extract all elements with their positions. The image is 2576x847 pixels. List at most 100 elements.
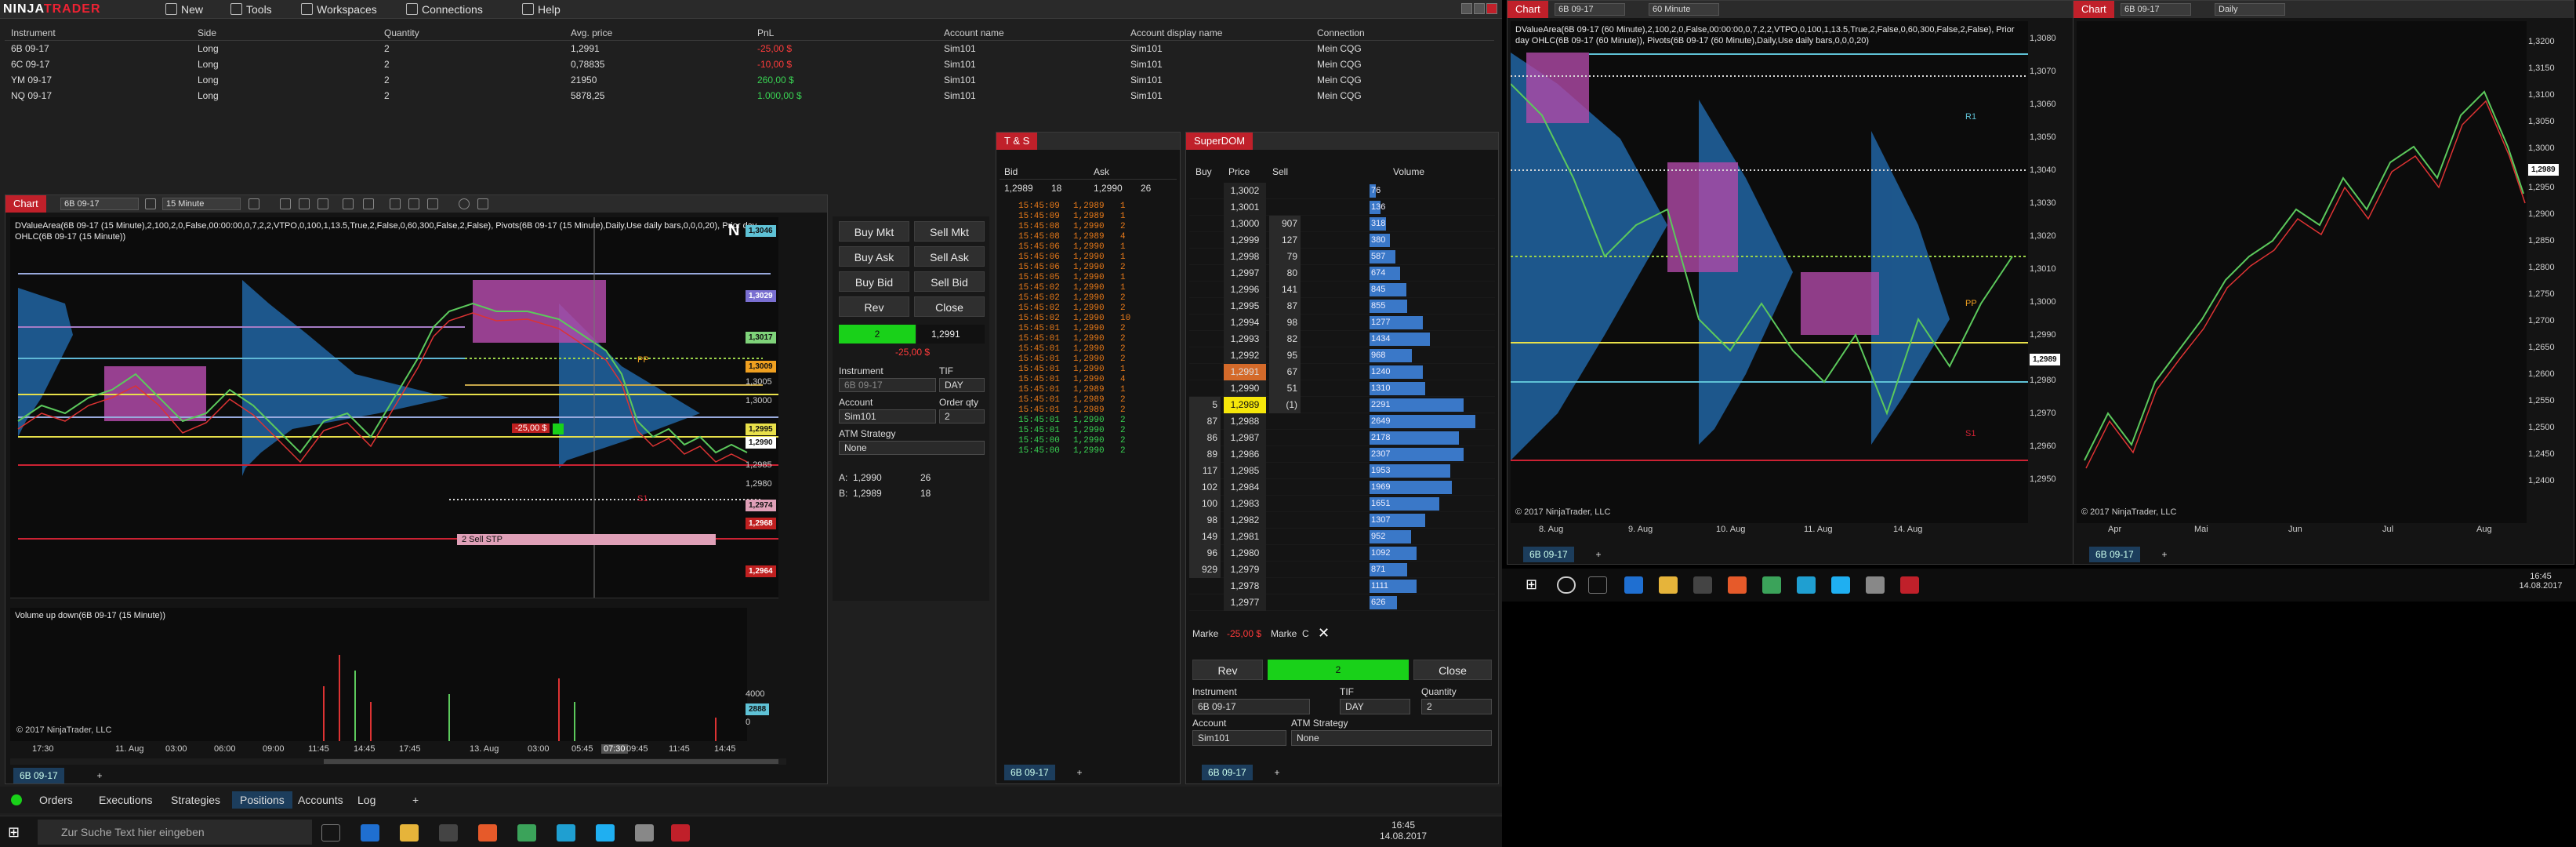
chart-trader-icon[interactable]: [427, 198, 438, 209]
tab-accounts[interactable]: Accounts: [290, 791, 351, 809]
ninjatrader-taskbar-icon[interactable]: [671, 824, 690, 842]
position-marker[interactable]: [553, 424, 564, 434]
buy-bid-button[interactable]: Buy Bid: [839, 271, 909, 292]
dom-ladder-row[interactable]: 1,2996 141 845: [1189, 282, 1495, 298]
properties-icon[interactable]: [459, 198, 470, 209]
dom-account-dropdown[interactable]: Sim101: [1192, 730, 1286, 746]
col-account-name[interactable]: Account name: [944, 25, 1004, 41]
dom-close-button[interactable]: Close: [1413, 660, 1492, 680]
dom-buy-cell[interactable]: 117: [1189, 463, 1221, 479]
dom-sell-cell[interactable]: 51: [1269, 380, 1301, 397]
dom-ladder-row[interactable]: 5 1,2989 (1) 2291: [1189, 397, 1495, 413]
add-tab-button[interactable]: +: [405, 791, 426, 809]
chart2-time-axis[interactable]: 8. Aug 9. Aug 10. Aug 11. Aug 14. Aug: [1511, 525, 2028, 537]
chart2-instrument-selector[interactable]: 6B 09-17: [1555, 3, 1625, 16]
order-qty-stepper[interactable]: 2: [939, 409, 985, 424]
time-axis[interactable]: 17:30 11. Aug 03:00 06:00 09:00 11:45 14…: [10, 744, 747, 757]
close-x-icon[interactable]: ✕: [1318, 625, 1330, 642]
dom-ladder-row[interactable]: 89 1,2986 2307: [1189, 446, 1495, 463]
sell-stop-order-line[interactable]: 2 Sell STP: [457, 534, 716, 545]
network-app-icon[interactable]: [635, 824, 654, 842]
add-tab-button[interactable]: +: [1072, 765, 1087, 780]
dom-sell-cell[interactable]: 141: [1269, 282, 1301, 298]
col-connection[interactable]: Connection: [1317, 25, 1365, 41]
chart3-price-panel[interactable]: © 2017 NinjaTrader, LLC: [2077, 21, 2527, 523]
col-pnl[interactable]: PnL: [757, 25, 774, 41]
add-tab-button[interactable]: +: [92, 768, 107, 783]
dom-ladder-row[interactable]: 1,2992 95 968: [1189, 347, 1495, 364]
table-row[interactable]: 6B 09-17 Long 2 1,2991 -25,00 $ Sim101 S…: [5, 41, 1494, 56]
start-icon[interactable]: ⊞: [8, 824, 27, 842]
menu-new[interactable]: New: [161, 0, 208, 19]
chart-tab[interactable]: 6B 09-17: [13, 768, 64, 783]
chrome-icon[interactable]: [1762, 576, 1781, 594]
dom-sell-cell[interactable]: (1): [1269, 397, 1301, 413]
dom-ladder-row[interactable]: 1,2977 626: [1189, 594, 1495, 611]
market-buy-label[interactable]: Marke: [1192, 628, 1218, 639]
skype-icon[interactable]: [596, 824, 615, 842]
dom-ladder-row[interactable]: 1,2997 80 674: [1189, 265, 1495, 282]
chart2-price-panel[interactable]: DValueArea(6B 09-17 (60 Minute),2,100,2,…: [1511, 21, 2028, 523]
tab-executions[interactable]: Executions: [91, 791, 160, 809]
close-button[interactable]: [1486, 3, 1497, 14]
dom-ladder-row[interactable]: 117 1,2985 1953: [1189, 463, 1495, 479]
dom-ladder-row[interactable]: 1,3000 907 318: [1189, 216, 1495, 232]
chart3-tab[interactable]: 6B 09-17: [2089, 547, 2140, 562]
store-icon[interactable]: [439, 824, 458, 842]
dom-ladder-row[interactable]: 149 1,2981 952: [1189, 529, 1495, 545]
draw-pencil-icon[interactable]: [280, 198, 291, 209]
menu-connections[interactable]: Connections: [401, 0, 488, 19]
dom-ladder-row[interactable]: 102 1,2984 1969: [1189, 479, 1495, 496]
dom-ladder-row[interactable]: 1,2978 1111: [1189, 578, 1495, 594]
buy-market-button[interactable]: Buy Mkt: [839, 221, 909, 242]
store-icon[interactable]: [1693, 576, 1712, 594]
sell-ask-button[interactable]: Sell Ask: [914, 246, 985, 267]
taskbar-search[interactable]: Zur Suche Text hier eingeben: [38, 820, 312, 845]
crosshair-icon[interactable]: [343, 198, 354, 209]
dom-buy-cell[interactable]: 86: [1189, 430, 1221, 446]
chart3-interval-selector[interactable]: Daily: [2215, 3, 2285, 16]
dom-qty-stepper[interactable]: 2: [1421, 699, 1492, 714]
account-dropdown[interactable]: Sim101: [839, 409, 936, 424]
buy-ask-button[interactable]: Buy Ask: [839, 246, 909, 267]
interval-selector[interactable]: 15 Minute: [162, 198, 241, 210]
dom-ladder-row[interactable]: 1,2994 98 1277: [1189, 314, 1495, 331]
zoom-in-icon[interactable]: [299, 198, 310, 209]
search-icon[interactable]: [1557, 576, 1576, 594]
dom-ladder-row[interactable]: 1,2995 87 855: [1189, 298, 1495, 314]
col-side[interactable]: Side: [198, 25, 216, 41]
taskbar-clock[interactable]: 16:45 14.08.2017: [2513, 572, 2568, 591]
snapshot-icon[interactable]: [363, 198, 374, 209]
cancel-label[interactable]: C: [1302, 628, 1309, 639]
dom-buy-cell[interactable]: 96: [1189, 545, 1221, 562]
edge-icon[interactable]: [361, 824, 379, 842]
ninjatrader-taskbar-icon[interactable]: [1900, 576, 1919, 594]
dom-ladder-row[interactable]: 1,2998 79 587: [1189, 249, 1495, 265]
dom-sell-cell[interactable]: 127: [1269, 232, 1301, 249]
explorer-icon[interactable]: [1659, 576, 1678, 594]
add-tab-button[interactable]: +: [1591, 547, 1606, 562]
chart2-interval-selector[interactable]: 60 Minute: [1649, 3, 1719, 16]
dom-atm-dropdown[interactable]: None: [1291, 730, 1492, 746]
tab-log[interactable]: Log: [350, 791, 383, 809]
sell-market-button[interactable]: Sell Mkt: [914, 221, 985, 242]
explorer-icon[interactable]: [400, 824, 419, 842]
add-tab-button[interactable]: +: [1269, 765, 1285, 780]
chart2-tab[interactable]: 6B 09-17: [1523, 547, 1574, 562]
dom-buy-cell[interactable]: 89: [1189, 446, 1221, 463]
dom-buy-cell[interactable]: 87: [1189, 413, 1221, 430]
dom-ladder-row[interactable]: 87 1,2988 2649: [1189, 413, 1495, 430]
dom-sell-cell[interactable]: 82: [1269, 331, 1301, 347]
dom-sell-cell[interactable]: 907: [1269, 216, 1301, 232]
dom-ladder-row[interactable]: 96 1,2980 1092: [1189, 545, 1495, 562]
dom-ladder-row[interactable]: 1,3002 76: [1189, 183, 1495, 199]
dom-ladder-row[interactable]: 929 1,2979 871: [1189, 562, 1495, 578]
dom-buy-cell[interactable]: 102: [1189, 479, 1221, 496]
dom-ladder-row[interactable]: 1,2990 51 1310: [1189, 380, 1495, 397]
chart3-time-axis[interactable]: Apr Mai Jun Jul Aug: [2077, 525, 2527, 537]
chrome-icon[interactable]: [517, 824, 536, 842]
volume-panel[interactable]: Volume up down(6B 09-17 (15 Minute)) © 2…: [10, 608, 747, 741]
superdom-ladder[interactable]: 1,3002 76 1,3001 136 1,3000 907 318 1,2999 127 38…: [1189, 183, 1495, 611]
strategies-icon[interactable]: [408, 198, 419, 209]
dom-ladder-row[interactable]: 1,3001 136: [1189, 199, 1495, 216]
